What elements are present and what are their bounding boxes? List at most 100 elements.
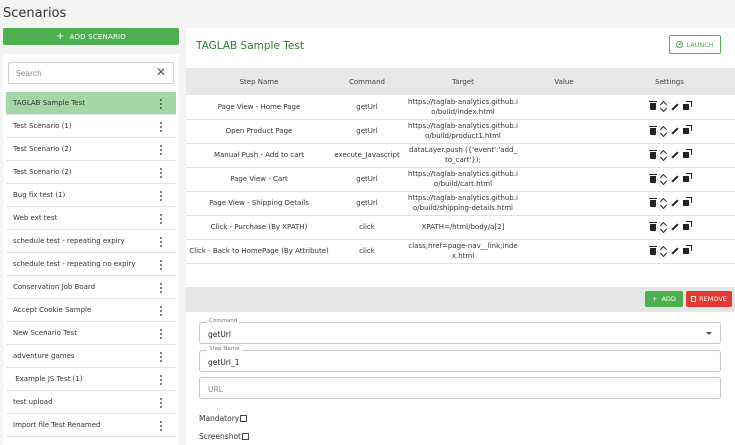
reorder-icon[interactable] <box>660 246 667 257</box>
more-vert-icon[interactable] <box>159 305 162 317</box>
page-title: Scenarios <box>3 6 67 21</box>
cell-value <box>524 191 604 215</box>
edit-icon[interactable] <box>671 223 679 231</box>
duplicate-icon[interactable] <box>683 248 689 254</box>
cell-command: click <box>359 247 375 255</box>
table-row[interactable]: Page View - Cart getUrl https://taglab-ana… <box>186 167 735 191</box>
scenario-item[interactable]: Test Scenario (2) <box>6 138 176 161</box>
table-row[interactable]: Page View - Home Page getUrl https://tagla… <box>186 95 735 119</box>
delete-icon[interactable] <box>649 221 657 231</box>
scenario-label: Test Scenario (1) <box>13 122 72 130</box>
scenario-item[interactable]: TAGLAB Sample Test <box>6 92 176 115</box>
column-header: Settings <box>655 77 684 86</box>
scenario-label: test upload <box>13 398 53 406</box>
reorder-icon[interactable] <box>660 198 667 209</box>
more-vert-icon[interactable] <box>159 213 162 225</box>
steps-table: Step Name Command Target Value Settings … <box>186 68 735 264</box>
more-vert-icon[interactable] <box>159 144 162 156</box>
duplicate-icon[interactable] <box>683 152 689 158</box>
cell-settings <box>604 95 735 119</box>
scenario-item[interactable]: New Scenario Test <box>6 322 176 345</box>
more-vert-icon[interactable] <box>159 374 162 386</box>
delete-icon[interactable] <box>649 245 657 255</box>
duplicate-icon[interactable] <box>683 103 689 110</box>
cell-command: getUrl <box>356 102 378 111</box>
edit-icon[interactable] <box>671 151 679 159</box>
add-scenario-button[interactable]: + ADD SCENARIO <box>3 28 179 45</box>
table-row[interactable]: Manual Push - Add to cart execute_Javascr… <box>186 143 735 167</box>
reorder-icon[interactable] <box>660 174 667 185</box>
duplicate-icon[interactable] <box>683 128 689 134</box>
remove-step-button[interactable]: REMOVE <box>686 291 732 307</box>
reorder-icon[interactable] <box>660 222 667 233</box>
duplicate-icon[interactable] <box>683 176 689 182</box>
add-step-button[interactable]: + ADD <box>645 291 683 307</box>
cell-target: dataLayer.push ({'event':'add_to_cart'})… <box>409 146 517 164</box>
cell-settings <box>604 215 735 239</box>
table-row[interactable]: Page View - Shipping Details getUrl https:… <box>186 191 735 215</box>
mandatory-checkbox[interactable] <box>240 415 248 422</box>
scenario-item[interactable]: Web ext test <box>6 207 176 230</box>
more-vert-icon[interactable] <box>159 167 162 179</box>
delete-icon[interactable] <box>649 149 657 159</box>
add-step-label: ADD <box>661 295 676 303</box>
scenario-label: Import file Test Renamed <box>13 421 101 429</box>
command-value: getUrl <box>208 330 231 339</box>
scenario-item[interactable]: test upload <box>6 391 176 414</box>
edit-icon[interactable] <box>671 199 679 207</box>
scenario-item[interactable]: Accept Cookie Sample <box>6 299 176 322</box>
edit-icon[interactable] <box>671 103 679 111</box>
more-vert-icon[interactable] <box>159 420 162 432</box>
more-vert-icon[interactable] <box>159 259 162 271</box>
more-vert-icon[interactable] <box>159 121 162 133</box>
scenario-label: New Scenario Test <box>13 329 77 337</box>
launch-label: LAUNCH <box>686 40 714 49</box>
delete-icon[interactable] <box>649 173 657 183</box>
step-action-bar: + ADD REMOVE <box>186 287 735 312</box>
more-vert-icon[interactable] <box>159 190 162 202</box>
duplicate-icon[interactable] <box>683 200 689 206</box>
more-vert-icon[interactable] <box>159 397 162 409</box>
command-select[interactable]: Command getUrl <box>199 318 721 344</box>
scenario-item[interactable]: Example JS Test (1) <box>6 368 176 391</box>
step-name-field[interactable]: Step Name getUrl_1 <box>199 346 721 372</box>
scenario-item[interactable]: Bug fix test (1) <box>6 184 176 207</box>
scenario-label: Web ext test <box>13 214 58 222</box>
delete-icon[interactable] <box>649 197 657 207</box>
scenario-item[interactable]: adventure games <box>6 345 176 368</box>
more-vert-icon[interactable] <box>159 328 162 340</box>
delete-icon[interactable] <box>649 101 657 111</box>
scenario-item[interactable]: Import file Test Renamed <box>6 414 176 437</box>
scenario-item[interactable]: schedule test - repeating expiry <box>6 230 176 253</box>
duplicate-icon[interactable] <box>683 224 689 230</box>
table-row[interactable]: Click - Back to HomePage (By Attribute) c… <box>186 239 735 263</box>
scenario-item[interactable]: Conservation Job Board <box>6 276 176 299</box>
edit-icon[interactable] <box>671 247 679 255</box>
delete-icon[interactable] <box>649 125 657 135</box>
reorder-icon[interactable] <box>660 101 667 112</box>
plus-icon: + <box>55 30 65 42</box>
cell-settings <box>604 167 735 191</box>
scenario-item[interactable]: schedule test - repeating no expiry <box>6 253 176 276</box>
more-vert-icon[interactable] <box>159 236 162 248</box>
reorder-icon[interactable] <box>660 126 667 137</box>
scenario-item[interactable]: Test Scenario (2) <box>6 161 176 184</box>
add-scenario-label: ADD SCENARIO <box>69 32 126 41</box>
edit-icon[interactable] <box>671 127 679 135</box>
cell-step: Click - Purchase (By XPATH) <box>210 223 308 231</box>
scenario-list: TAGLAB Sample Test Test Scenario (1) Tes… <box>6 92 176 437</box>
search-input[interactable]: Search ✕ <box>8 62 174 84</box>
more-vert-icon[interactable] <box>159 98 162 110</box>
more-vert-icon[interactable] <box>159 282 162 294</box>
reorder-icon[interactable] <box>660 150 667 161</box>
launch-button[interactable]: LAUNCH <box>669 35 721 54</box>
scenario-item[interactable]: Test Scenario (1) <box>6 115 176 138</box>
table-row[interactable]: Click - Purchase (By XPATH) click XPATH=/h… <box>186 215 735 239</box>
cell-step: Manual Push - Add to cart <box>213 151 305 159</box>
more-vert-icon[interactable] <box>159 351 162 363</box>
screenshot-checkbox[interactable] <box>241 433 249 440</box>
table-row[interactable]: Open Product Page getUrl https://taglab-an… <box>186 119 735 143</box>
edit-icon[interactable] <box>671 175 679 183</box>
url-field[interactable]: URL <box>199 377 721 399</box>
clear-search-icon[interactable]: ✕ <box>156 65 166 79</box>
